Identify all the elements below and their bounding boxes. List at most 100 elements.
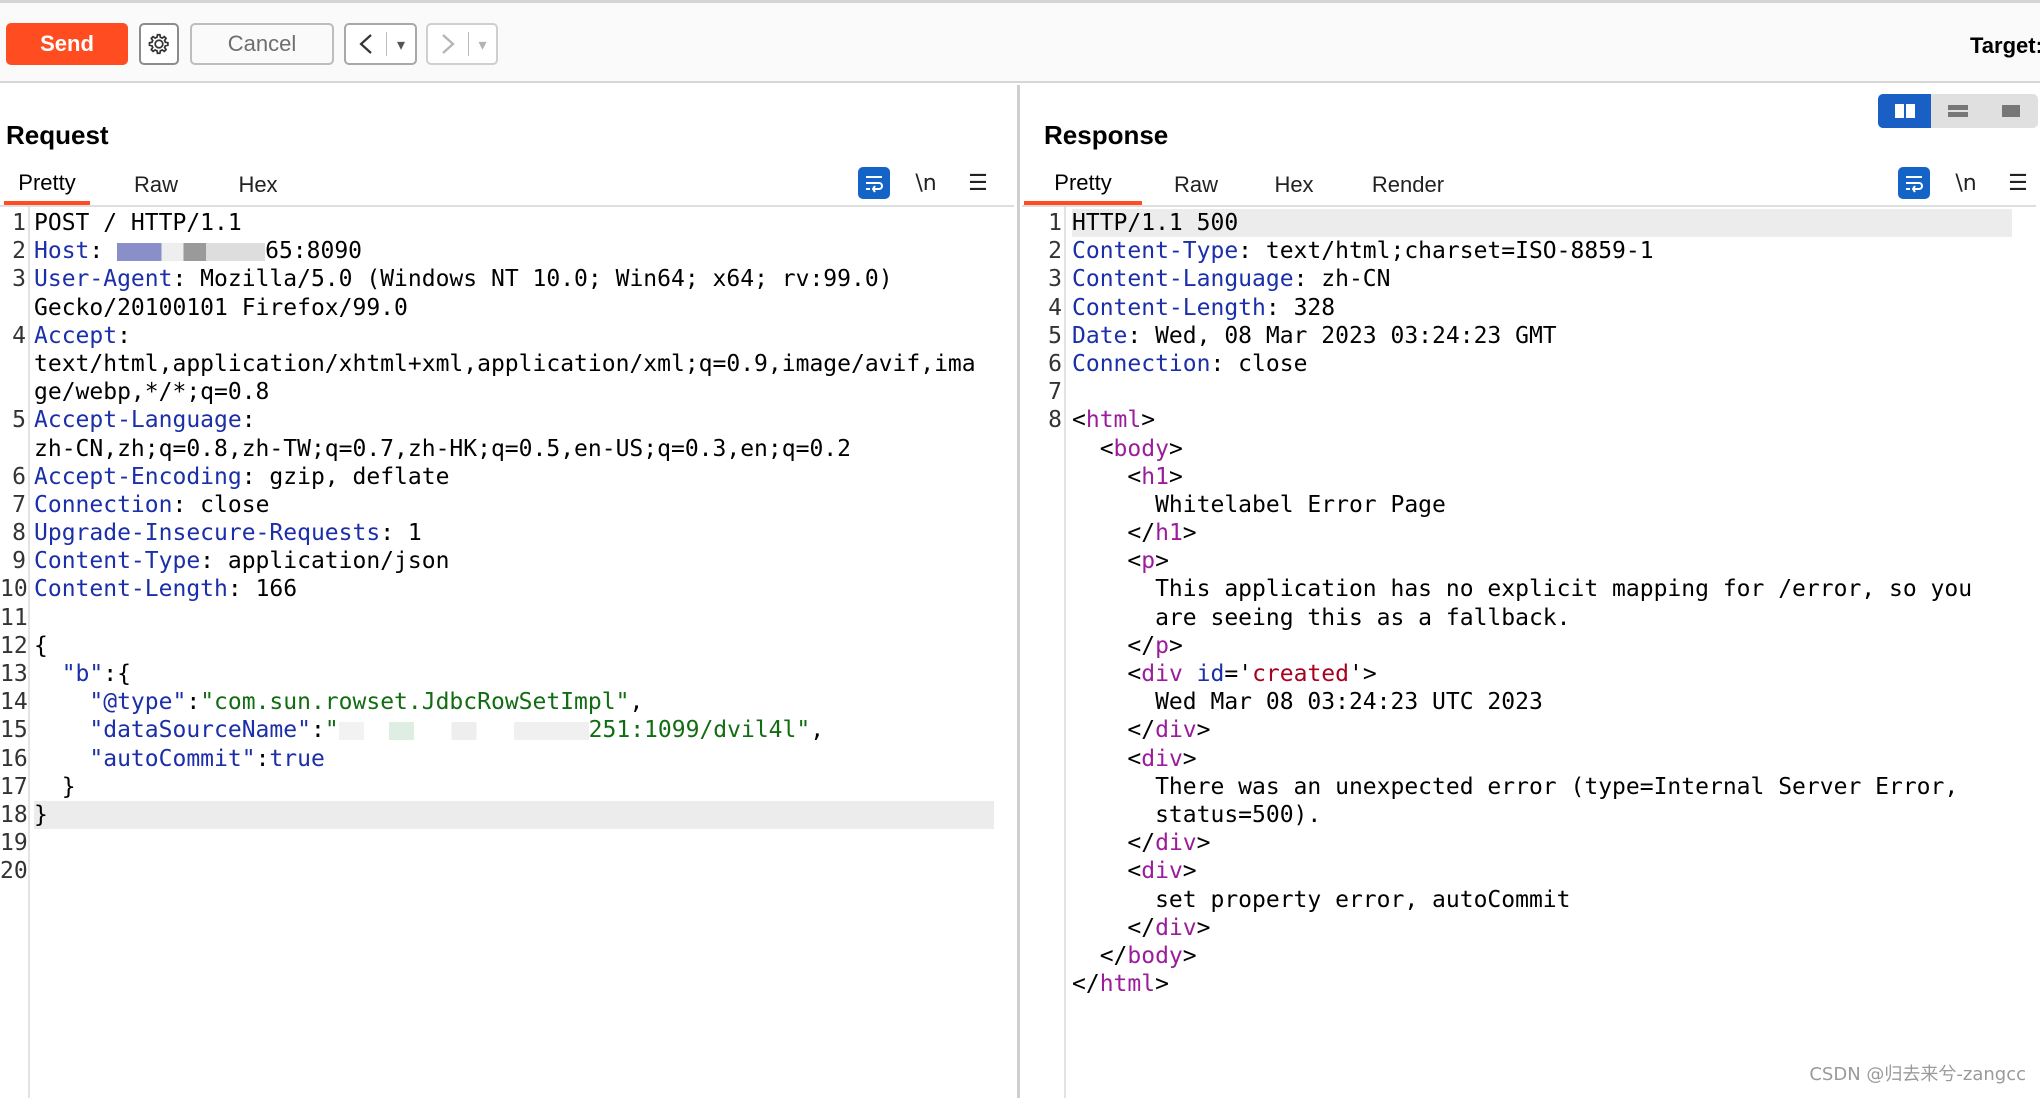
code-line[interactable]: 16 "autoCommit":true <box>0 745 994 773</box>
code-line[interactable]: <h1> <box>1072 463 2012 491</box>
code-line[interactable]: 17 } <box>0 773 994 801</box>
newline-toggle-button[interactable]: \n <box>1950 167 1982 199</box>
rows-icon <box>1947 105 1968 117</box>
code-line[interactable]: are seeing this as a fallback. <box>1072 604 2012 632</box>
line-number: 11 <box>0 604 28 631</box>
code-token: body <box>1113 435 1169 462</box>
tab-hex[interactable]: Hex <box>1262 165 1326 205</box>
code-line[interactable]: 10 Content-Length: 166 <box>0 575 994 603</box>
target-label[interactable]: Target: <box>1970 33 2040 59</box>
code-line[interactable]: ge/webp,*/*;q=0.8 <box>34 378 994 406</box>
wrap-lines-icon <box>866 176 883 193</box>
code-line[interactable]: There was an unexpected error (type=Inte… <box>1072 773 2012 801</box>
code-line[interactable]: 4 Content-Length: 328 <box>1048 294 2012 322</box>
code-line[interactable]: <div> <box>1072 745 2012 773</box>
cancel-button[interactable]: Cancel <box>190 23 334 65</box>
code-line[interactable]: </div> <box>1072 914 2012 942</box>
stacked-layout-button[interactable] <box>1931 94 1984 128</box>
code-line[interactable]: 19 <box>0 829 994 857</box>
code-line[interactable]: <p> <box>1072 547 2012 575</box>
code-token: > <box>1182 520 1197 547</box>
code-token: < <box>1072 548 1142 575</box>
code-line[interactable]: </p> <box>1072 632 2012 660</box>
code-line[interactable]: 6 Accept-Encoding: gzip, deflate <box>12 463 994 491</box>
code-line[interactable]: status=500). <box>1072 801 2012 829</box>
code-line[interactable]: 20 <box>0 857 994 885</box>
tab-hex[interactable]: Hex <box>226 165 290 205</box>
code-line[interactable]: </body> <box>1072 942 2012 970</box>
code-line[interactable]: 14 "@type":"com.sun.rowset.JdbcRowSetImp… <box>0 688 994 716</box>
code-line[interactable]: Whitelabel Error Page <box>1072 491 2012 519</box>
code-line[interactable]: </html> <box>1072 970 2012 998</box>
tab-pretty[interactable]: Pretty <box>4 165 90 205</box>
back-history-dropdown[interactable]: ▾ <box>387 35 415 54</box>
line-number: 16 <box>0 745 28 772</box>
code-line[interactable]: </div> <box>1072 716 2012 744</box>
forward-arrow-icon[interactable] <box>428 32 468 56</box>
pane-divider[interactable] <box>1017 85 1020 1098</box>
code-line[interactable]: 9 Content-Type: application/json <box>12 547 994 575</box>
code-token: : <box>310 717 325 744</box>
code-line[interactable]: </div> <box>1072 829 2012 857</box>
line-number: 12 <box>0 632 28 659</box>
code-line[interactable]: 8 <html> <box>1048 406 2012 434</box>
request-menu-button[interactable]: ☰ <box>962 167 994 199</box>
chevron-down-icon: ▾ <box>396 34 406 54</box>
request-editor[interactable]: 1 POST / HTTP/1.1 2 Host: 65:8090 3 User-Agen… <box>0 209 994 886</box>
code-line[interactable]: <body> <box>1072 435 2012 463</box>
code-line[interactable]: 4 Accept: <box>12 322 994 350</box>
code-line[interactable]: 15 "dataSourceName":" 251:1099/dvil4l", <box>0 716 994 744</box>
line-number: 15 <box>0 717 28 744</box>
code-token: </ <box>1072 520 1156 547</box>
code-line[interactable]: 3 User-Agent: Mozilla/5.0 (Windows NT 10.… <box>12 265 994 293</box>
code-line[interactable]: 5 Accept-Language: <box>12 406 994 434</box>
code-line[interactable]: 1 HTTP/1.1 500 <box>1048 209 2012 238</box>
response-menu-button[interactable]: ☰ <box>2002 167 2034 199</box>
code-line[interactable]: 12{ <box>0 632 994 660</box>
code-token: true <box>269 745 325 772</box>
layout-toggle <box>1878 94 2038 128</box>
code-line[interactable]: zh-CN,zh;q=0.8,zh-TW;q=0.7,zh-HK;q=0.5,e… <box>34 435 994 463</box>
code-line[interactable]: 7 Connection: close <box>12 491 994 519</box>
code-line[interactable]: 2 Content-Type: text/html;charset=ISO-885… <box>1048 237 2012 265</box>
settings-button[interactable] <box>139 23 179 65</box>
response-editor[interactable]: 1 HTTP/1.1 500 2 Content-Type: text/html;ch… <box>1048 209 2012 998</box>
tab-raw[interactable]: Raw <box>118 165 194 205</box>
tab-raw[interactable]: Raw <box>1158 165 1234 205</box>
code-line[interactable]: Wed Mar 08 03:24:23 UTC 2023 <box>1072 688 2012 716</box>
code-line[interactable]: 1 POST / HTTP/1.1 <box>12 209 994 237</box>
single-pane-layout-button[interactable] <box>1985 94 2038 128</box>
newline-toggle-button[interactable]: \n <box>910 167 942 199</box>
code-line[interactable]: 18} <box>0 800 994 830</box>
code-token: : gzip, deflate <box>241 463 450 490</box>
code-line[interactable]: 6 Connection: close <box>1048 350 2012 378</box>
forward-nav-button[interactable]: ▾ <box>426 23 498 65</box>
code-line[interactable]: This application has no explicit mapping… <box>1072 575 2012 603</box>
code-line[interactable]: 5 Date: Wed, 08 Mar 2023 03:24:23 GMT <box>1048 322 2012 350</box>
code-line[interactable]: text/html,application/xhtml+xml,applicat… <box>34 350 994 378</box>
code-line[interactable]: 8 Upgrade-Insecure-Requests: 1 <box>12 519 994 547</box>
forward-history-dropdown[interactable]: ▾ <box>469 35 496 54</box>
back-arrow-icon[interactable] <box>346 32 386 56</box>
side-by-side-layout-button[interactable] <box>1878 94 1932 128</box>
code-line[interactable]: <div> <box>1072 857 2012 885</box>
code-token: } <box>34 773 76 800</box>
code-line[interactable]: 11 <box>0 604 994 632</box>
tab-render[interactable]: Render <box>1362 165 1454 205</box>
code-line[interactable]: </h1> <box>1072 519 2012 547</box>
code-line[interactable]: 2 Host: 65:8090 <box>12 237 994 265</box>
code-line[interactable]: Gecko/20100101 Firefox/99.0 <box>34 294 994 322</box>
wrap-lines-button[interactable] <box>1898 167 1930 199</box>
send-button[interactable]: Send <box>6 23 128 65</box>
code-token: '> <box>1349 661 1377 687</box>
tab-pretty[interactable]: Pretty <box>1024 165 1142 205</box>
code-line[interactable]: 7 <box>1048 378 2012 406</box>
code-line[interactable]: 13 "b":{ <box>0 660 994 688</box>
code-token: There was an unexpected error (type=Inte… <box>1072 773 1959 800</box>
back-nav-button[interactable]: ▾ <box>344 23 417 65</box>
code-line[interactable]: <div id='created'> <box>1072 660 2012 688</box>
code-line[interactable]: set property error, autoCommit <box>1072 886 2012 914</box>
code-token: HTTP/1.1 500 <box>1072 210 1239 236</box>
wrap-lines-button[interactable] <box>858 167 890 199</box>
code-line[interactable]: 3 Content-Language: zh-CN <box>1048 265 2012 293</box>
